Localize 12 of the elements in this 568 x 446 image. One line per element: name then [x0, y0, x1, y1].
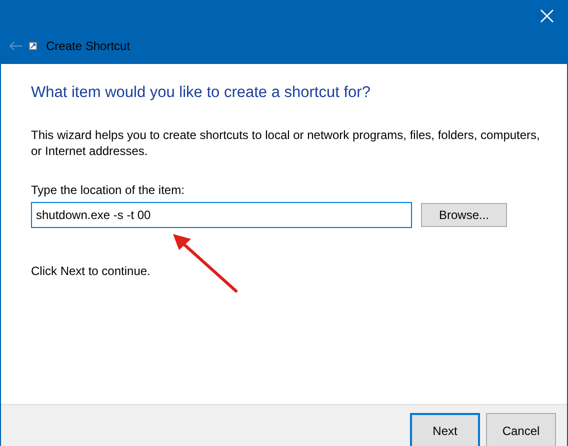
wizard-heading: What item would you like to create a shortcut for?: [31, 84, 372, 103]
hint-text: Click Next to continue.: [31, 262, 152, 280]
dialog-button[interactable]: Cancel: [486, 413, 556, 446]
location-label: Type the location of the item:: [31, 182, 186, 199]
dialog-button[interactable]: Next: [410, 413, 480, 446]
location-field[interactable]: shutdown.exe -s -t 00: [31, 202, 412, 228]
window-title: Create Shortcut: [46, 38, 130, 55]
arrow-annotation: [173, 234, 238, 292]
shortcut-icon: [29, 42, 37, 50]
browse-button[interactable]: Browse...: [421, 202, 507, 227]
close-icon[interactable]: [539, 8, 555, 24]
description-text: This wizard helps you to create shortcuts to local or network programs, files, folders, computers, or Internet addresses.: [31, 126, 541, 159]
